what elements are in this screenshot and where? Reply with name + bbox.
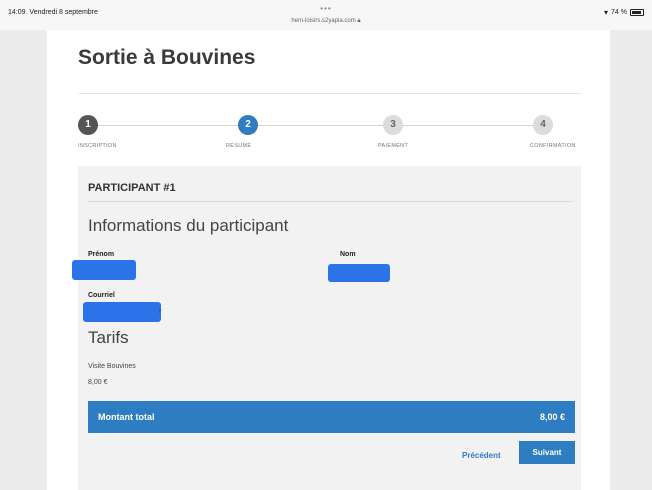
status-dots: •••: [320, 4, 332, 13]
total-value: 8,00 €: [539, 412, 565, 422]
progress-stepper: 1 INSCRIPTION 2 RÉSUMÉ 3 PAIEMENT 4 CONF…: [78, 115, 581, 155]
step-number: 3: [383, 115, 403, 135]
page-card: Sortie à Bouvines 1 INSCRIPTION 2 RÉSUMÉ…: [47, 30, 610, 490]
step-number: 1: [78, 115, 98, 135]
nom-label: Nom: [340, 251, 356, 258]
total-bar: Montant total 8,00 €: [88, 401, 575, 433]
tarif-item-price: 8,00 €: [88, 379, 108, 386]
status-right: ▾ 74 %: [604, 8, 644, 17]
total-label: Montant total: [98, 412, 155, 422]
participant-heading: PARTICIPANT #1: [88, 182, 176, 194]
step-resume[interactable]: 2 RÉSUMÉ: [226, 115, 306, 149]
step-number: 4: [533, 115, 553, 135]
next-button[interactable]: Suivant: [519, 441, 575, 464]
step-label: PAIEMENT: [378, 143, 409, 149]
battery-percent: 74 %: [611, 9, 627, 16]
title-divider: [78, 93, 581, 94]
courriel-redaction: [83, 302, 161, 322]
lock-icon: 🔒︎: [357, 18, 361, 24]
step-label: CONFIRMATION: [530, 143, 576, 149]
courriel-value: r: [159, 308, 162, 315]
step-confirmation[interactable]: 4 CONFIRMATION: [530, 115, 610, 149]
previous-button[interactable]: Précédent: [458, 446, 505, 465]
status-bar: 14:09 Vendredi 8 septembre ••• hem-loisi…: [0, 0, 652, 30]
prenom-label: Prénom: [88, 251, 115, 258]
participant-divider: [88, 201, 573, 202]
step-number: 2: [238, 115, 258, 135]
step-label: INSCRIPTION: [78, 143, 117, 149]
wifi-icon: ▾: [604, 8, 609, 17]
tarif-item-name: Visite Bouvines: [88, 363, 136, 370]
prenom-redaction: [72, 260, 136, 280]
address-url[interactable]: hem-loisirs.s2yapla.com 🔒︎: [0, 18, 652, 25]
step-paiement[interactable]: 3 PAIEMENT: [378, 115, 458, 149]
page-title: Sortie à Bouvines: [78, 46, 256, 69]
courriel-label: Courriel: [88, 292, 115, 299]
nom-redaction: [328, 264, 390, 282]
tarifs-heading: Tarifs: [88, 328, 129, 347]
summary-panel: PARTICIPANT #1 Informations du participa…: [72, 166, 581, 490]
info-heading: Informations du participant: [88, 216, 289, 235]
step-label: RÉSUMÉ: [226, 143, 252, 149]
battery-icon: [630, 9, 644, 16]
step-inscription[interactable]: 1 INSCRIPTION: [78, 115, 158, 149]
